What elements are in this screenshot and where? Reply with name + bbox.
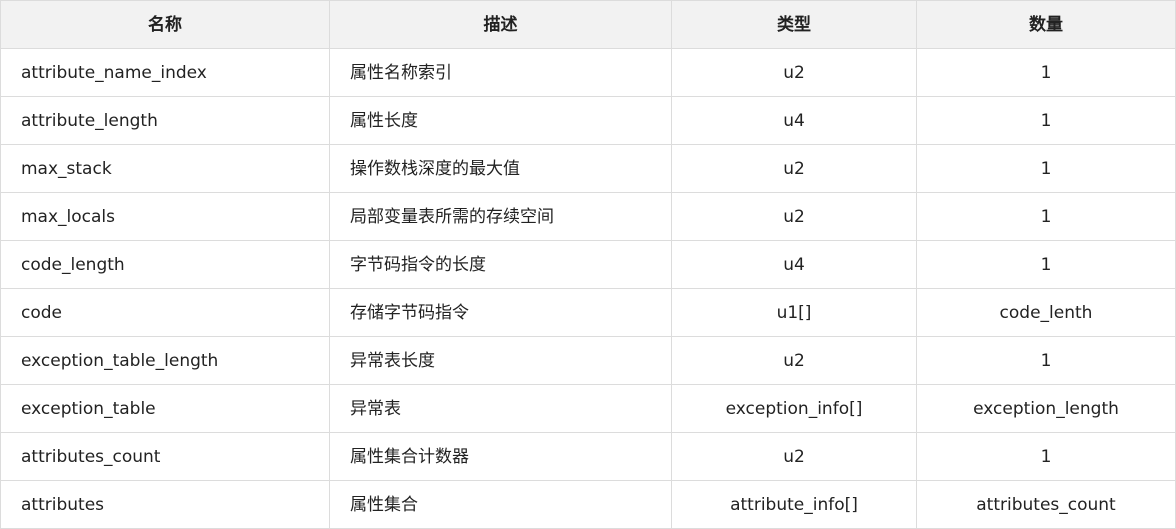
cell-description: 属性集合计数器 bbox=[329, 432, 672, 481]
column-header-count: 数量 bbox=[916, 0, 1176, 49]
cell-description: 属性名称索引 bbox=[329, 48, 672, 97]
cell-name: code_length bbox=[0, 240, 330, 289]
cell-type: u4 bbox=[671, 240, 917, 289]
attribute-table: 名称 描述 类型 数量 attribute_name_index 属性名称索引 … bbox=[0, 0, 1176, 529]
cell-type: u2 bbox=[671, 48, 917, 97]
column-header-type: 类型 bbox=[671, 0, 917, 49]
cell-description: 属性长度 bbox=[329, 96, 672, 145]
cell-type: attribute_info[] bbox=[671, 480, 917, 529]
cell-description: 操作数栈深度的最大值 bbox=[329, 144, 672, 193]
cell-count: 1 bbox=[916, 240, 1176, 289]
cell-type: exception_info[] bbox=[671, 384, 917, 433]
cell-description: 字节码指令的长度 bbox=[329, 240, 672, 289]
cell-type: u2 bbox=[671, 144, 917, 193]
column-header-name: 名称 bbox=[0, 0, 330, 49]
table-header-row: 名称 描述 类型 数量 bbox=[0, 0, 1176, 49]
cell-name: attributes bbox=[0, 480, 330, 529]
table-row: code 存储字节码指令 u1[] code_lenth bbox=[0, 288, 1176, 337]
table-row: exception_table_length 异常表长度 u2 1 bbox=[0, 336, 1176, 385]
cell-name: exception_table_length bbox=[0, 336, 330, 385]
cell-description: 属性集合 bbox=[329, 480, 672, 529]
cell-count: 1 bbox=[916, 432, 1176, 481]
cell-count: exception_length bbox=[916, 384, 1176, 433]
cell-description: 异常表 bbox=[329, 384, 672, 433]
cell-name: exception_table bbox=[0, 384, 330, 433]
cell-type: u2 bbox=[671, 336, 917, 385]
cell-count: code_lenth bbox=[916, 288, 1176, 337]
cell-type: u2 bbox=[671, 192, 917, 241]
cell-type: u4 bbox=[671, 96, 917, 145]
cell-name: attribute_length bbox=[0, 96, 330, 145]
table-row: max_locals 局部变量表所需的存续空间 u2 1 bbox=[0, 192, 1176, 241]
cell-description: 存储字节码指令 bbox=[329, 288, 672, 337]
cell-description: 局部变量表所需的存续空间 bbox=[329, 192, 672, 241]
cell-name: attribute_name_index bbox=[0, 48, 330, 97]
cell-name: attributes_count bbox=[0, 432, 330, 481]
cell-type: u1[] bbox=[671, 288, 917, 337]
cell-count: 1 bbox=[916, 144, 1176, 193]
cell-count: 1 bbox=[916, 192, 1176, 241]
cell-count: 1 bbox=[916, 48, 1176, 97]
cell-count: 1 bbox=[916, 336, 1176, 385]
table-row: attributes_count 属性集合计数器 u2 1 bbox=[0, 432, 1176, 481]
cell-name: max_locals bbox=[0, 192, 330, 241]
cell-name: code bbox=[0, 288, 330, 337]
cell-count: 1 bbox=[916, 96, 1176, 145]
table-row: code_length 字节码指令的长度 u4 1 bbox=[0, 240, 1176, 289]
table-row: max_stack 操作数栈深度的最大值 u2 1 bbox=[0, 144, 1176, 193]
cell-description: 异常表长度 bbox=[329, 336, 672, 385]
cell-type: u2 bbox=[671, 432, 917, 481]
cell-name: max_stack bbox=[0, 144, 330, 193]
cell-count: attributes_count bbox=[916, 480, 1176, 529]
table-row: attribute_name_index 属性名称索引 u2 1 bbox=[0, 48, 1176, 97]
table-row: attributes 属性集合 attribute_info[] attribu… bbox=[0, 480, 1176, 529]
column-header-description: 描述 bbox=[329, 0, 672, 49]
table-row: attribute_length 属性长度 u4 1 bbox=[0, 96, 1176, 145]
table-row: exception_table 异常表 exception_info[] exc… bbox=[0, 384, 1176, 433]
